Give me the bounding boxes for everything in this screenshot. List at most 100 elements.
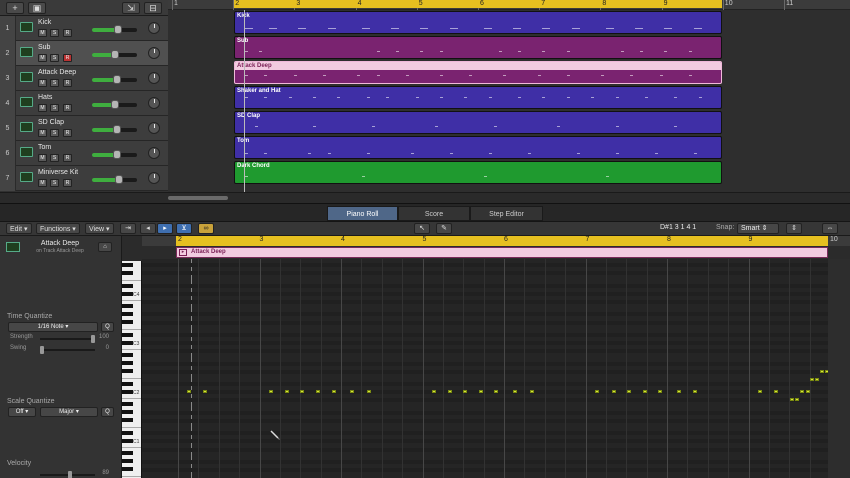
piano-roll-ruler[interactable]: 2 3 4 5 6 7 8 9	[176, 236, 828, 246]
arrange-tracks-area[interactable]: Kick Sub Attack Deep Shaker and Hat SD Clap T…	[168, 10, 850, 192]
swing-slider[interactable]	[40, 346, 95, 354]
mute-button[interactable]: M	[38, 54, 47, 62]
region[interactable]: SD Clap	[234, 111, 722, 134]
midi-note[interactable]	[269, 390, 273, 393]
pointer-tool-icon[interactable]: ↖	[414, 223, 430, 234]
mute-button[interactable]: M	[38, 179, 47, 187]
volume-slider[interactable]	[92, 125, 137, 134]
piano-roll-region-strip[interactable]: ▸ Attack Deep	[176, 247, 828, 258]
midi-note[interactable]	[774, 390, 778, 393]
midi-note[interactable]	[187, 390, 191, 393]
black-key[interactable]	[122, 389, 133, 394]
midi-note[interactable]	[800, 390, 804, 393]
record-enable-button[interactable]: R	[63, 179, 72, 187]
mute-button[interactable]: M	[38, 79, 47, 87]
midi-note[interactable]	[643, 390, 647, 393]
scrollbar-thumb[interactable]	[168, 196, 228, 200]
scale-type-select[interactable]: Major ▾	[40, 407, 98, 417]
collapse-icon[interactable]: ⇥	[120, 223, 136, 234]
volume-slider[interactable]	[92, 25, 137, 34]
midi-note[interactable]	[463, 390, 467, 393]
volume-knob[interactable]	[110, 50, 119, 59]
midi-note[interactable]	[448, 390, 452, 393]
black-key[interactable]	[122, 340, 133, 345]
pan-knob[interactable]	[148, 47, 160, 59]
volume-slider[interactable]	[92, 50, 137, 59]
black-key[interactable]	[122, 361, 133, 366]
black-key[interactable]	[122, 271, 133, 276]
piano-roll-grid[interactable]	[142, 259, 850, 478]
black-key[interactable]	[122, 459, 133, 464]
record-enable-button[interactable]: R	[63, 129, 72, 137]
folder-button[interactable]: ▣	[28, 2, 46, 14]
track-header[interactable]: 2 Sub M S R	[0, 41, 168, 66]
midi-note[interactable]	[367, 390, 371, 393]
playhead[interactable]	[244, 10, 245, 192]
solo-button[interactable]: S	[50, 104, 59, 112]
midi-note[interactable]	[513, 390, 517, 393]
track-header[interactable]: 7 Miniverse Kit M S R	[0, 166, 168, 191]
midi-note[interactable]	[790, 398, 794, 401]
midi-note[interactable]	[203, 390, 207, 393]
black-key[interactable]	[122, 263, 133, 268]
track-header[interactable]: 1 Kick M S R	[0, 16, 168, 41]
snap-select[interactable]: Smart ⇕	[737, 223, 779, 234]
tab-piano-roll[interactable]: Piano Roll	[327, 206, 398, 221]
black-key[interactable]	[122, 381, 133, 386]
strength-slider-knob[interactable]	[91, 335, 95, 343]
midi-note[interactable]	[494, 390, 498, 393]
solo-button[interactable]: S	[50, 54, 59, 62]
solo-button[interactable]: S	[50, 154, 59, 162]
tab-step-editor[interactable]: Step Editor	[470, 206, 543, 221]
midi-note[interactable]	[350, 390, 354, 393]
region[interactable]: Dark Chord	[234, 161, 722, 184]
view-menu[interactable]: View ▾	[85, 223, 114, 234]
black-key[interactable]	[122, 312, 133, 317]
record-enable-button[interactable]: R	[63, 79, 72, 87]
track-header[interactable]: 4 Hats M S R	[0, 91, 168, 116]
midi-note[interactable]	[479, 390, 483, 393]
region[interactable]: Kick	[234, 11, 722, 34]
black-key[interactable]	[122, 320, 133, 325]
track-header[interactable]: 3 Attack Deep M S R	[0, 66, 168, 91]
velocity-slider-knob[interactable]	[68, 471, 72, 478]
midi-note[interactable]	[316, 390, 320, 393]
track-name[interactable]: SD Clap	[38, 119, 64, 126]
volume-knob[interactable]	[114, 25, 123, 34]
midi-note[interactable]	[530, 390, 534, 393]
volume-knob[interactable]	[110, 100, 119, 109]
black-key[interactable]	[122, 332, 133, 337]
scale-root-select[interactable]: Off ▾	[8, 407, 36, 417]
midi-note[interactable]	[693, 390, 697, 393]
edit-menu[interactable]: Edit ▾	[6, 223, 32, 234]
pan-knob[interactable]	[148, 97, 160, 109]
midi-note[interactable]	[300, 390, 304, 393]
midi-in-icon[interactable]: ◂	[140, 223, 156, 234]
pan-knob[interactable]	[148, 22, 160, 34]
volume-slider[interactable]	[92, 75, 137, 84]
track-name[interactable]: Miniverse Kit	[38, 169, 78, 176]
pan-knob[interactable]	[148, 122, 160, 134]
record-enable-button[interactable]: R	[63, 154, 72, 162]
solo-button[interactable]: S	[50, 129, 59, 137]
pan-knob[interactable]	[148, 147, 160, 159]
volume-slider[interactable]	[92, 150, 137, 159]
volume-knob[interactable]	[115, 175, 123, 184]
track-name[interactable]: Tom	[38, 144, 51, 151]
record-enable-button[interactable]: R	[63, 54, 72, 62]
black-key[interactable]	[122, 451, 133, 455]
track-header[interactable]: 6 Tom M S R	[0, 141, 168, 166]
swing-slider-knob[interactable]	[40, 346, 44, 354]
region[interactable]: Sub	[234, 36, 722, 59]
midi-note[interactable]	[612, 390, 616, 393]
midi-note[interactable]	[658, 390, 662, 393]
midi-note[interactable]	[627, 390, 631, 393]
midi-out-icon[interactable]: ▸	[157, 223, 173, 234]
black-key[interactable]	[122, 430, 133, 435]
time-quantize-select[interactable]: 1/16 Note ▾	[8, 322, 98, 332]
volume-slider[interactable]	[92, 100, 137, 109]
quantize-icon[interactable]: ⊻	[176, 223, 192, 234]
volume-knob[interactable]	[112, 75, 121, 84]
midi-note[interactable]	[815, 378, 819, 381]
solo-button[interactable]: S	[50, 29, 59, 37]
